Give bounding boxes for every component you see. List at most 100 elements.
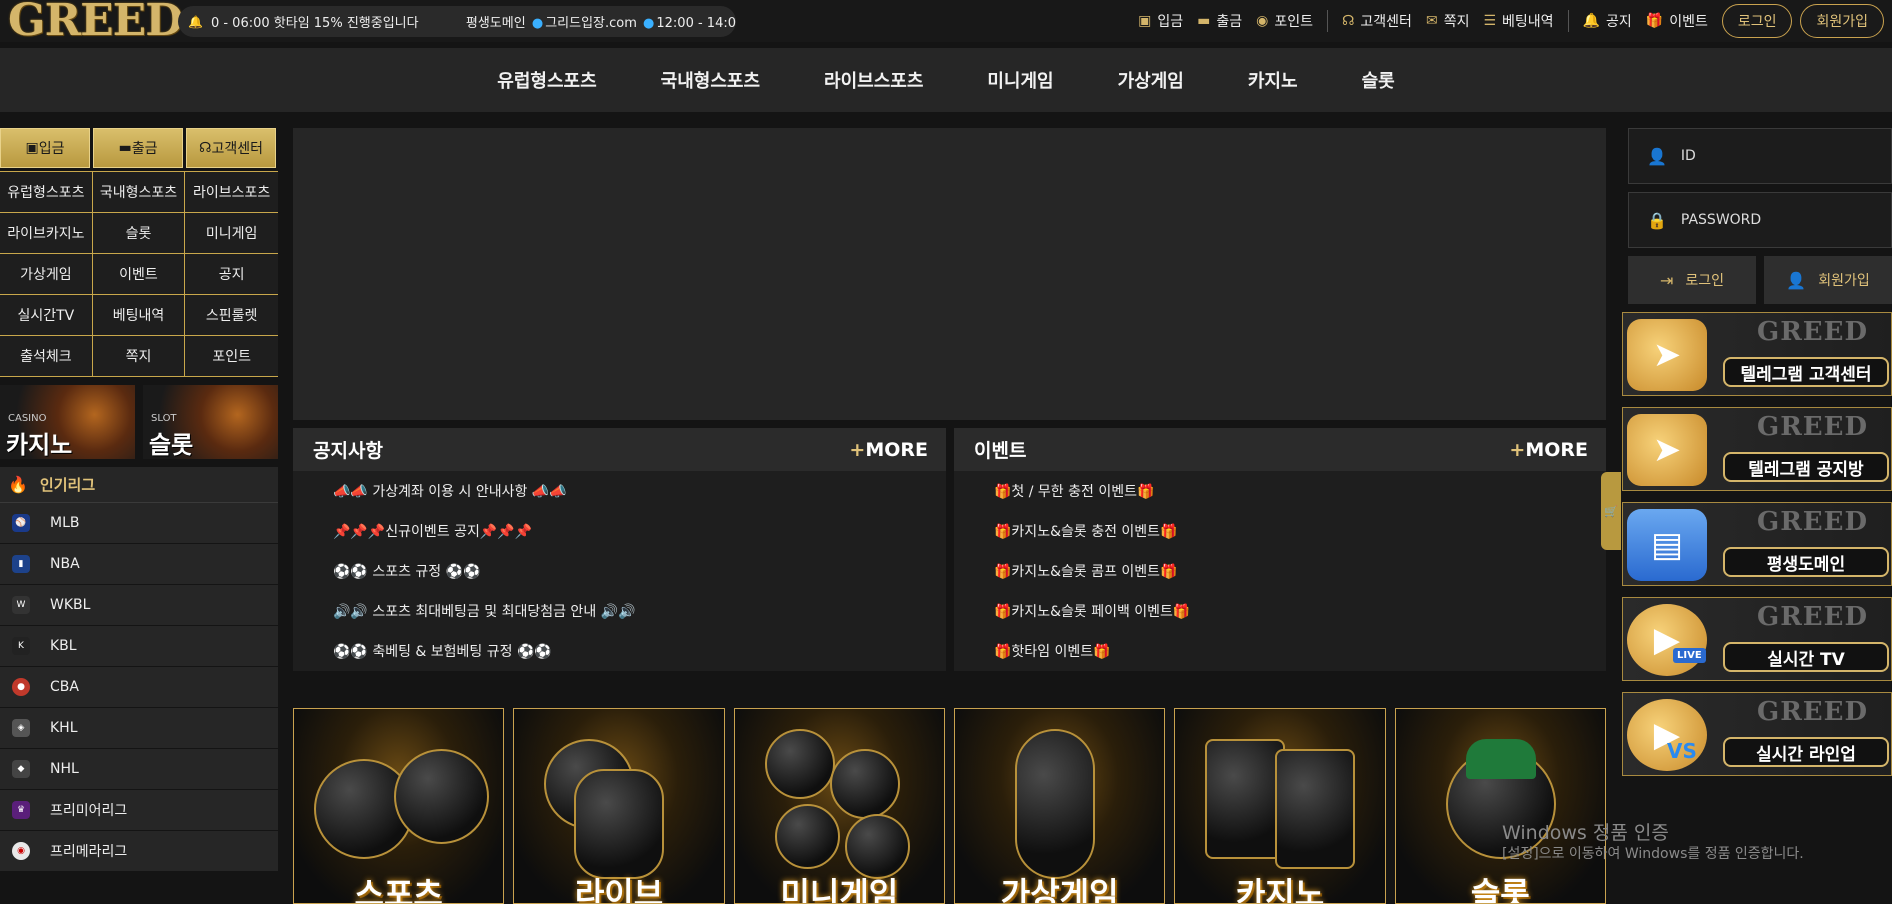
telegram-icon: ➤ — [1627, 319, 1707, 391]
menu-item[interactable]: 이벤트 — [92, 254, 186, 295]
notice-ticker: 🔔 0 - 06:00 핫타임 15% 진행중입니다 평생도메인 ● 그리드입장.… — [178, 6, 736, 37]
notice-more-link[interactable]: +MORE — [849, 439, 928, 461]
game-card-label: 라이브 — [574, 875, 664, 904]
league-item-nhl[interactable]: ◆ NHL — [0, 749, 278, 790]
event-item[interactable]: 🎁첫 / 무한 충전 이벤트🎁 — [994, 471, 1606, 511]
menu-item[interactable]: 쪽지 — [92, 336, 186, 377]
notice-list: 📣📣 가상계좌 이용 시 안내사항 📣📣 📌📌📌신규이벤트 공지📌📌📌 ⚽⚽ 스… — [293, 471, 946, 671]
headset-icon: ☊ — [1341, 13, 1355, 29]
gift-icon: 🎁 — [1645, 13, 1664, 29]
notice-panel: 공지사항 +MORE 📣📣 가상계좌 이용 시 안내사항 📣📣 📌📌📌신규이벤트… — [293, 428, 946, 671]
league-item-mlb[interactable]: ⚾ MLB — [0, 503, 278, 544]
menu-item[interactable]: 공지 — [185, 254, 278, 295]
nav-casino[interactable]: 카지노 — [1248, 67, 1298, 93]
top-link-notice[interactable]: 🔔 공지 — [1583, 11, 1632, 31]
login-label: 로그인 — [1685, 273, 1725, 289]
sidebar-login-button[interactable]: ⇥ 로그인 — [1628, 256, 1756, 304]
nav-live-sports[interactable]: 라이브스포츠 — [824, 67, 923, 93]
top-link-withdraw[interactable]: ▬ 출금 — [1197, 11, 1242, 31]
league-item-nba[interactable]: ▮ NBA — [0, 544, 278, 585]
menu-item[interactable]: 스핀룰렛 — [185, 295, 278, 336]
login-button[interactable]: 로그인 — [1721, 4, 1793, 38]
league-item-cba[interactable]: ● CBA — [0, 667, 278, 708]
quick-withdraw-button[interactable]: ▬ 출금 — [93, 128, 183, 168]
pin-icon: ● — [531, 16, 544, 31]
site-logo[interactable]: GREED — [8, 0, 183, 43]
sidebar-signup-button[interactable]: 👤 회원가입 — [1764, 256, 1892, 304]
event-more-link[interactable]: +MORE — [1509, 439, 1588, 461]
banner-brand: GREED — [1757, 697, 1868, 727]
casino-banner[interactable]: CASINO 카지노 — [0, 385, 135, 459]
top-link-message[interactable]: ✉ 쪽지 — [1426, 11, 1470, 31]
menu-item[interactable]: 실시간TV — [0, 295, 93, 336]
league-item-premier-league[interactable]: ♛ 프리미어리그 — [0, 790, 278, 831]
password-input[interactable]: 🔒 PASSWORD — [1628, 192, 1892, 248]
game-card-casino[interactable]: 카지노 — [1174, 708, 1386, 904]
notice-item[interactable]: ⚽⚽ 축베팅 & 보험베팅 규정 ⚽⚽ — [333, 631, 946, 671]
live-tv-banner[interactable]: ▶ LIVE GREED 실시간 TV — [1622, 597, 1892, 681]
id-input[interactable]: 👤 ID — [1628, 128, 1892, 184]
event-item[interactable]: 🎁카지노&슬롯 콤프 이벤트🎁 — [994, 551, 1606, 591]
league-item-kbl[interactable]: K KBL — [0, 626, 278, 667]
nav-minigame[interactable]: 미니게임 — [987, 67, 1053, 93]
menu-item[interactable]: 국내형스포츠 — [92, 172, 186, 213]
cart-icon: 🛒 — [1604, 504, 1618, 518]
nav-domestic-sports[interactable]: 국내형스포츠 — [661, 67, 760, 93]
top-link-bet-history[interactable]: ☰ 베팅내역 — [1483, 11, 1553, 31]
event-item[interactable]: 🎁카지노&슬롯 페이백 이벤트🎁 — [994, 591, 1606, 631]
menu-item[interactable]: 라이브카지노 — [0, 213, 93, 254]
user-icon: 👤 — [1647, 146, 1667, 166]
notice-item[interactable]: 🔊🔊 스포츠 최대베팅금 및 최대당첨금 안내 🔊🔊 — [333, 591, 946, 631]
nav-european-sports[interactable]: 유럽형스포츠 — [497, 67, 596, 93]
notice-item[interactable]: 📌📌📌신규이벤트 공지📌📌📌 — [333, 511, 946, 551]
cart-tab[interactable]: 🛒 — [1601, 472, 1621, 550]
list-icon: ☰ — [1483, 13, 1497, 29]
event-panel: 이벤트 +MORE 🎁첫 / 무한 충전 이벤트🎁 🎁카지노&슬롯 충전 이벤트… — [954, 428, 1606, 671]
menu-item[interactable]: 라이브스포츠 — [185, 172, 278, 213]
league-item-laliga[interactable]: ◉ 프리메라리그 — [0, 831, 278, 872]
game-card-label: 카지노 — [1235, 875, 1325, 904]
menu-item[interactable]: 유럽형스포츠 — [0, 172, 93, 213]
top-link-deposit[interactable]: ▣ 입금 — [1138, 11, 1183, 31]
event-title: 이벤트 — [974, 440, 1027, 462]
telegram-support-banner[interactable]: ➤ GREED 텔레그램 고객센터 — [1622, 312, 1892, 396]
notice-item[interactable]: ⚽⚽ 스포츠 규정 ⚽⚽ — [333, 551, 946, 591]
signup-button[interactable]: 회원가입 — [1800, 4, 1884, 38]
menu-item[interactable]: 포인트 — [185, 336, 278, 377]
notice-item[interactable]: 📣📣 가상계좌 이용 시 안내사항 📣📣 — [333, 471, 946, 511]
top-link-label: 출금 — [1216, 14, 1243, 30]
game-card-minigame[interactable]: 미니게임 — [733, 708, 945, 904]
game-card-live[interactable]: 라이브 — [513, 708, 725, 904]
live-lineup-banner[interactable]: ▶ VS GREED 실시간 라인업 — [1622, 692, 1892, 776]
top-link-event[interactable]: 🎁 이벤트 — [1646, 11, 1708, 31]
top-link-label: 공지 — [1605, 14, 1632, 30]
menu-item[interactable]: 슬롯 — [92, 213, 186, 254]
card-icon: ▬ — [1197, 13, 1211, 29]
more-plus: + — [849, 438, 866, 461]
menu-item[interactable]: 출석체크 — [0, 336, 93, 377]
event-item[interactable]: 🎁핫타임 이벤트🎁 — [994, 631, 1606, 671]
nba-icon: ▮ — [12, 555, 30, 573]
game-card-virtual[interactable]: 가상게임 — [953, 708, 1166, 904]
vs-tag: VS — [1667, 739, 1697, 763]
league-item-wkbl[interactable]: W WKBL — [0, 585, 278, 626]
browser-icon: ▤ — [1627, 509, 1707, 581]
telegram-notice-banner[interactable]: ➤ GREED 텔레그램 공지방 — [1622, 407, 1892, 491]
menu-item[interactable]: 미니게임 — [185, 213, 278, 254]
menu-item[interactable]: 베팅내역 — [92, 295, 186, 336]
game-card-slot[interactable]: 슬롯 — [1394, 708, 1606, 904]
permanent-domain-banner[interactable]: ▤ GREED 평생도메인 — [1622, 502, 1892, 586]
game-card-sports[interactable]: 스포츠 — [293, 708, 505, 904]
nav-slot[interactable]: 슬롯 — [1362, 67, 1395, 93]
top-link-point[interactable]: ◉ 포인트 — [1256, 11, 1313, 31]
ticker-domain: 그리드입장.com — [545, 16, 637, 31]
left-banners: CASINO 카지노 SLOT 슬롯 — [0, 385, 278, 459]
quick-support-button[interactable]: ☊ 고객센터 — [186, 128, 276, 168]
quick-deposit-button[interactable]: ▣ 입금 — [0, 128, 90, 168]
nav-virtual-game[interactable]: 가상게임 — [1118, 67, 1184, 93]
event-item[interactable]: 🎁카지노&슬롯 충전 이벤트🎁 — [994, 511, 1606, 551]
menu-item[interactable]: 가상게임 — [0, 254, 93, 295]
league-item-khl[interactable]: ◈ KHL — [0, 708, 278, 749]
slot-banner[interactable]: SLOT 슬롯 — [143, 385, 278, 459]
top-link-support[interactable]: ☊ 고객센터 — [1342, 11, 1412, 31]
